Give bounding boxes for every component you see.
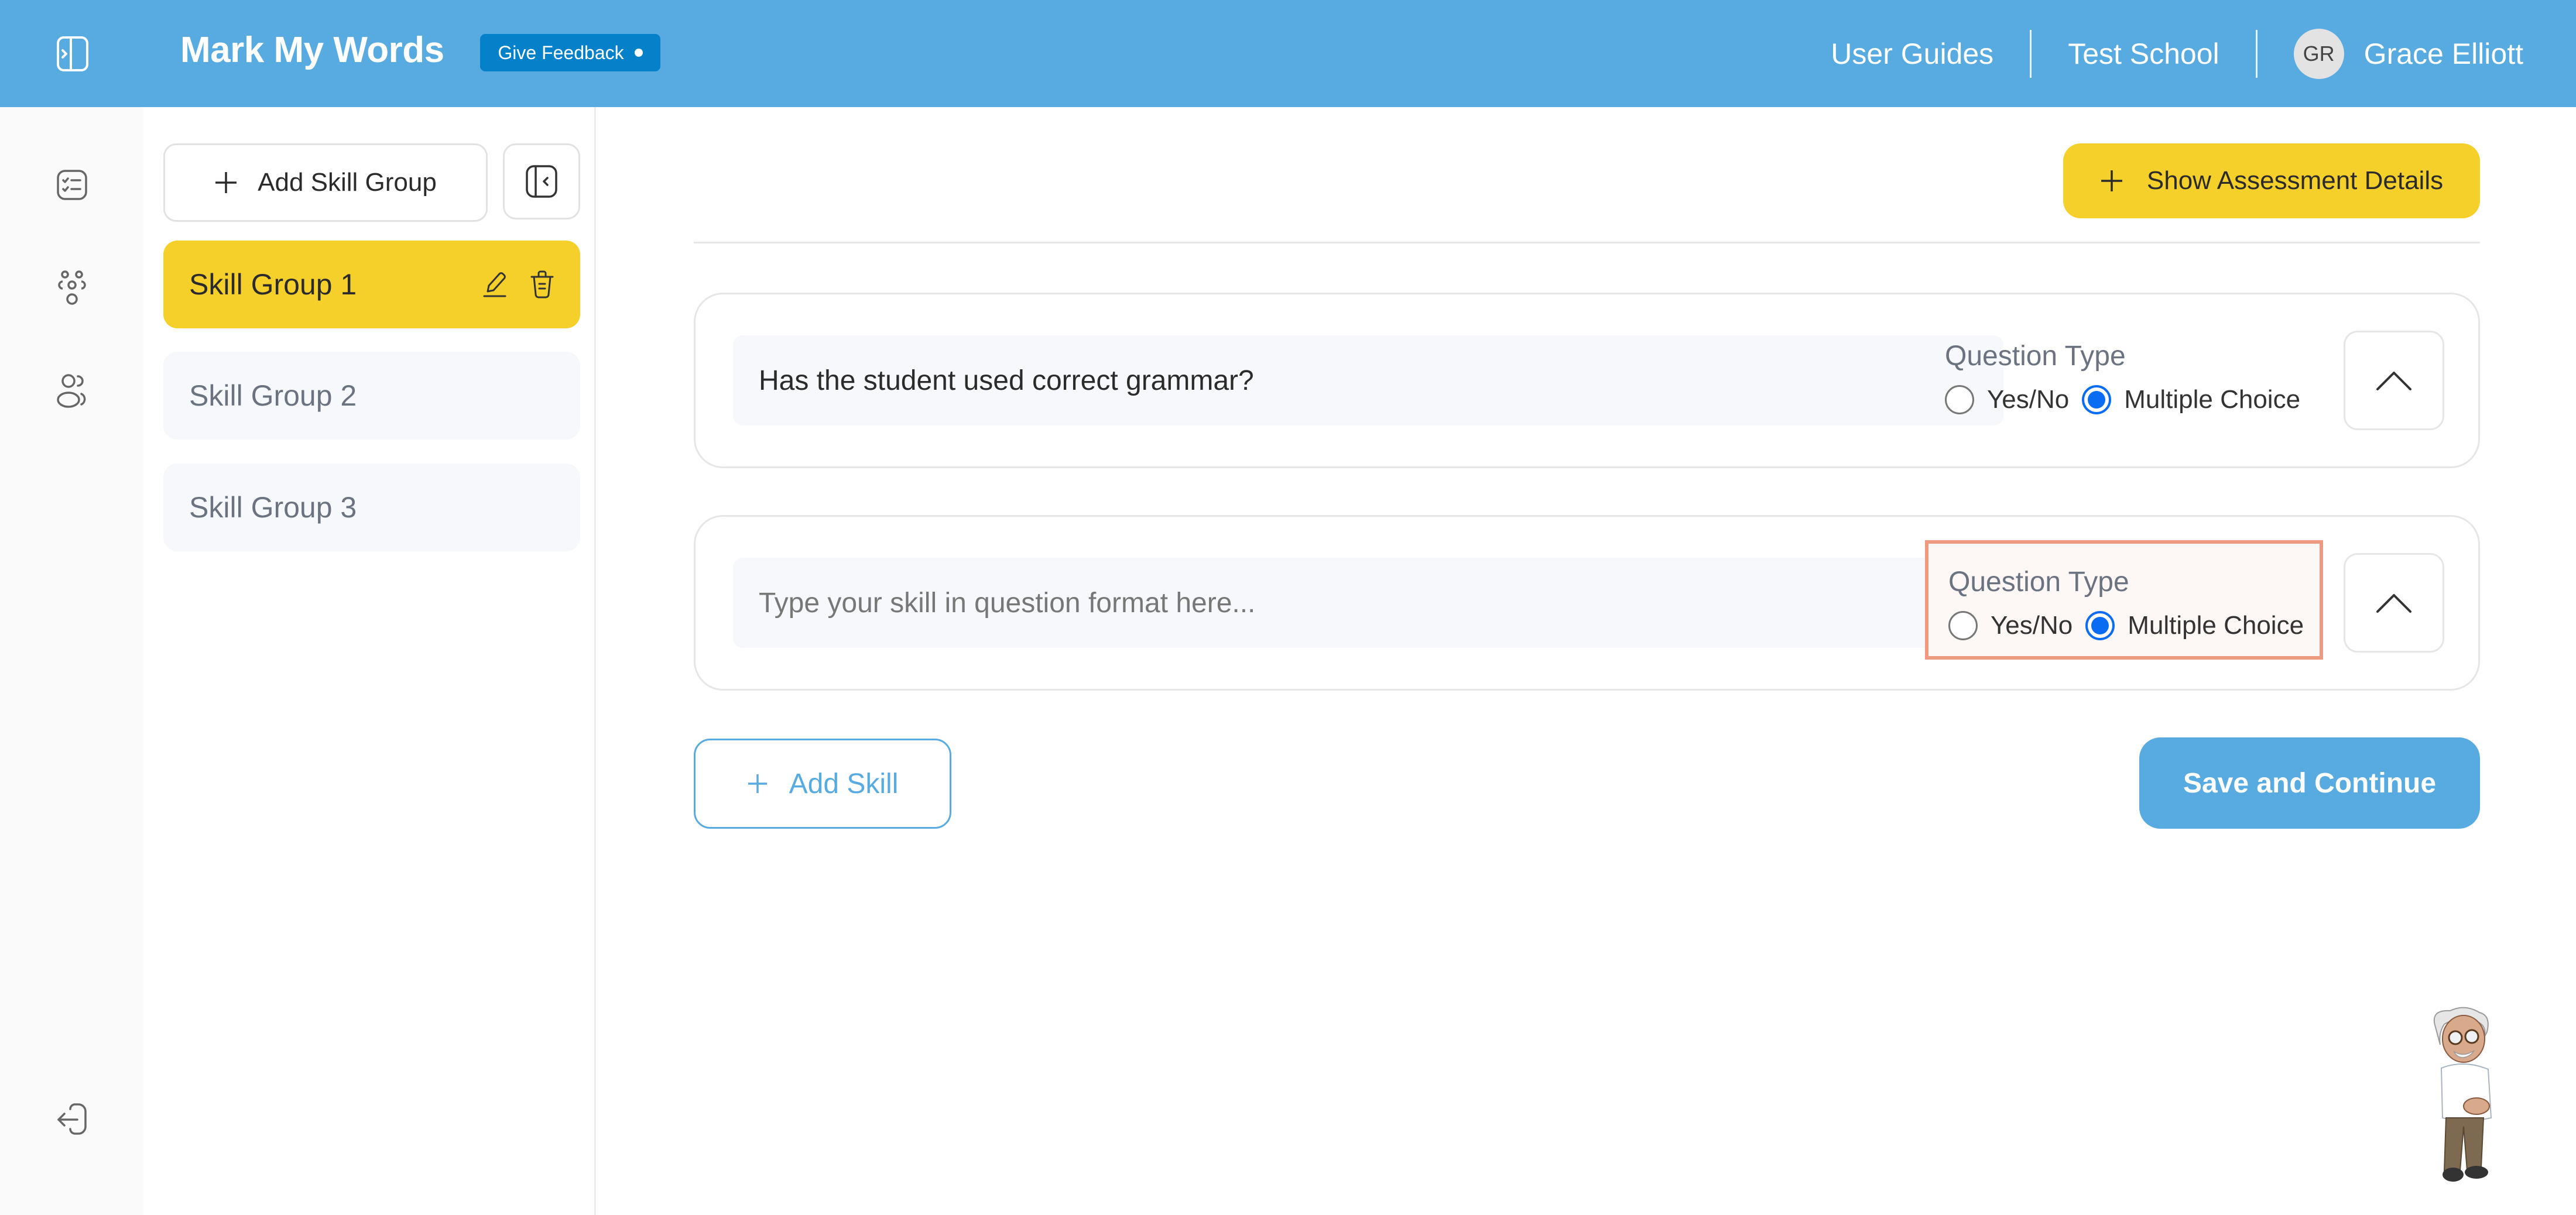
question-type-group: Question Type Yes/No Multiple Choice — [1925, 318, 2323, 437]
add-skill-button[interactable]: Add Skill — [694, 739, 951, 829]
school-link[interactable]: Test School — [2068, 37, 2219, 71]
app-title[interactable]: Mark My Words — [180, 29, 444, 71]
skill-group-panel: Add Skill Group Skill Group 1 Skill Grou… — [143, 107, 596, 1215]
collapse-skill-button[interactable] — [2344, 331, 2444, 430]
question-type-options: Yes/No Multiple Choice — [1945, 385, 2323, 414]
chevron-up-icon — [2376, 372, 2411, 390]
radio-yes-no[interactable] — [1945, 385, 1974, 414]
rail-item-groups[interactable] — [53, 269, 91, 307]
icon-rail — [0, 107, 143, 1215]
question-type-options: Yes/No Multiple Choice — [1948, 611, 2320, 640]
add-skill-label: Add Skill — [789, 768, 899, 799]
trash-icon — [530, 270, 554, 298]
radio-multiple-choice-label[interactable]: Multiple Choice — [2128, 611, 2304, 640]
user-name: Grace Elliott — [2363, 37, 2523, 70]
skill-group-item[interactable]: Skill Group 2 — [163, 352, 580, 440]
collapse-skill-button[interactable] — [2344, 553, 2444, 653]
checklist-icon — [57, 170, 87, 200]
skill-card: Question Type Yes/No Multiple Choice — [694, 515, 2480, 691]
logout-icon — [57, 1103, 87, 1135]
group-icon — [58, 270, 86, 305]
users-icon — [57, 374, 86, 408]
delete-group-button[interactable] — [530, 270, 554, 299]
section-divider — [694, 242, 2480, 243]
logout-button[interactable] — [53, 1100, 91, 1139]
skill-card: Question Type Yes/No Multiple Choice — [694, 293, 2480, 468]
plus-icon — [2101, 170, 2122, 191]
give-feedback-label: Give Feedback — [498, 42, 624, 63]
skill-group-label: Skill Group 1 — [189, 268, 357, 301]
skill-group-label: Skill Group 3 — [189, 491, 357, 524]
plus-icon — [748, 774, 767, 793]
sidebar-collapse-icon — [526, 165, 557, 198]
skill-question-input[interactable] — [733, 558, 2003, 648]
skill-question-input[interactable] — [733, 335, 2003, 425]
chevron-up-icon — [2376, 594, 2411, 613]
show-assessment-details-button[interactable]: Show Assessment Details — [2063, 143, 2480, 218]
sidebar-toggle-button[interactable] — [54, 35, 91, 73]
top-header: Mark My Words Give Feedback User Guides … — [0, 0, 2576, 107]
rail-item-users[interactable] — [53, 372, 91, 410]
collapse-panel-button[interactable] — [503, 143, 580, 219]
header-nav: User Guides Test School GR Grace Elliott — [1831, 0, 2523, 107]
radio-multiple-choice-label[interactable]: Multiple Choice — [2124, 385, 2300, 414]
save-and-continue-button[interactable]: Save and Continue — [2139, 737, 2480, 829]
radio-yes-no[interactable] — [1948, 611, 1978, 640]
add-skill-group-button[interactable]: Add Skill Group — [163, 143, 488, 222]
question-type-group: Question Type Yes/No Multiple Choice — [1925, 540, 2323, 660]
question-type-label: Question Type — [1948, 567, 2129, 598]
give-feedback-button[interactable]: Give Feedback — [480, 34, 660, 71]
skill-group-item[interactable]: Skill Group 1 — [163, 241, 580, 328]
header-divider — [2030, 29, 2032, 78]
skill-group-label: Skill Group 2 — [189, 379, 357, 412]
mascot-professor-icon — [2433, 1007, 2492, 1182]
radio-multiple-choice[interactable] — [2085, 611, 2115, 640]
user-guides-link[interactable]: User Guides — [1831, 37, 1993, 71]
edit-group-button[interactable] — [482, 270, 509, 298]
header-divider — [2255, 29, 2258, 78]
plus-icon — [215, 172, 237, 193]
radio-multiple-choice[interactable] — [2082, 385, 2112, 414]
avatar: GR — [2293, 28, 2344, 79]
sidebar-expand-icon — [57, 36, 88, 71]
add-skill-group-label: Add Skill Group — [258, 168, 437, 197]
show-assessment-details-label: Show Assessment Details — [2146, 166, 2444, 195]
radio-yes-no-label[interactable]: Yes/No — [1987, 385, 2069, 414]
rail-item-assessments[interactable] — [53, 166, 91, 204]
question-type-label: Question Type — [1945, 341, 2126, 372]
radio-yes-no-label[interactable]: Yes/No — [1991, 611, 2073, 640]
pencil-icon — [483, 272, 506, 297]
skill-group-actions — [482, 241, 554, 328]
feedback-dot-icon — [634, 49, 643, 57]
user-menu[interactable]: GR Grace Elliott — [2293, 28, 2523, 79]
skill-group-item[interactable]: Skill Group 3 — [163, 464, 580, 551]
